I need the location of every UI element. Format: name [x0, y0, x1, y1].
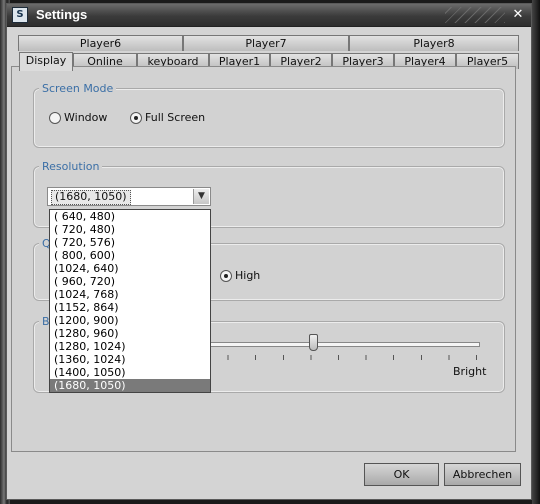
resolution-select[interactable]: (1680, 1050) ▼	[47, 187, 211, 206]
desktop-background-right	[532, 0, 540, 504]
resolution-option[interactable]: (1280, 960)	[50, 327, 210, 340]
radio-dot-selected-icon	[130, 111, 142, 124]
resolution-option[interactable]: (1152, 864)	[50, 301, 210, 314]
radio-window[interactable]: Window	[49, 111, 107, 124]
app-logo-icon: S	[12, 7, 28, 23]
radio-high-label: High	[235, 269, 261, 282]
brightness-slider-ticks	[200, 355, 478, 360]
resolution-option[interactable]: (1200, 900)	[50, 314, 210, 327]
screen-mode-label: Screen Mode	[39, 82, 117, 95]
chevron-down-icon[interactable]: ▼	[193, 189, 209, 204]
brightness-slider-track[interactable]	[200, 342, 480, 347]
radio-full-screen[interactable]: Full Screen	[130, 111, 205, 124]
radio-dot-icon	[49, 111, 61, 124]
resolution-option[interactable]: ( 720, 576)	[50, 236, 210, 249]
resolution-option[interactable]: (1024, 768)	[50, 288, 210, 301]
title-grip-decoration	[445, 7, 505, 23]
resolution-option[interactable]: ( 720, 480)	[50, 223, 210, 236]
tab-player6[interactable]: Player6	[18, 35, 183, 51]
resolution-option[interactable]: (1400, 1050)	[50, 366, 210, 379]
resolution-option[interactable]: ( 800, 600)	[50, 249, 210, 262]
cancel-button[interactable]: Abbrechen	[444, 463, 521, 486]
ok-button[interactable]: OK	[364, 463, 439, 486]
resolution-option[interactable]: (1024, 640)	[50, 262, 210, 275]
tab-player7[interactable]: Player7	[183, 35, 349, 51]
tab-display[interactable]: Display	[19, 52, 73, 71]
resolution-option[interactable]: ( 960, 720)	[50, 275, 210, 288]
resolution-dropdown-list[interactable]: ( 640, 480) ( 720, 480) ( 720, 576) ( 80…	[49, 209, 211, 393]
title-bar[interactable]: S Settings ✕	[7, 4, 531, 27]
resolution-selected-value: (1680, 1050)	[51, 190, 131, 205]
window-title: Settings	[36, 7, 88, 22]
resolution-label: Resolution	[39, 160, 103, 173]
resolution-option[interactable]: (1360, 1024)	[50, 353, 210, 366]
tab-player8[interactable]: Player8	[349, 35, 519, 51]
radio-dot-selected-icon	[220, 269, 232, 282]
radio-quality-high[interactable]: High	[220, 269, 260, 282]
resolution-option-selected[interactable]: (1680, 1050)	[50, 379, 210, 392]
brightness-slider-thumb[interactable]	[309, 334, 318, 351]
brightness-max-label: Bright	[453, 365, 487, 378]
resolution-option[interactable]: ( 640, 480)	[50, 210, 210, 223]
radio-full-screen-label: Full Screen	[145, 111, 206, 124]
resolution-option[interactable]: (1280, 1024)	[50, 340, 210, 353]
close-icon[interactable]: ✕	[511, 8, 525, 22]
radio-window-label: Window	[64, 111, 108, 124]
